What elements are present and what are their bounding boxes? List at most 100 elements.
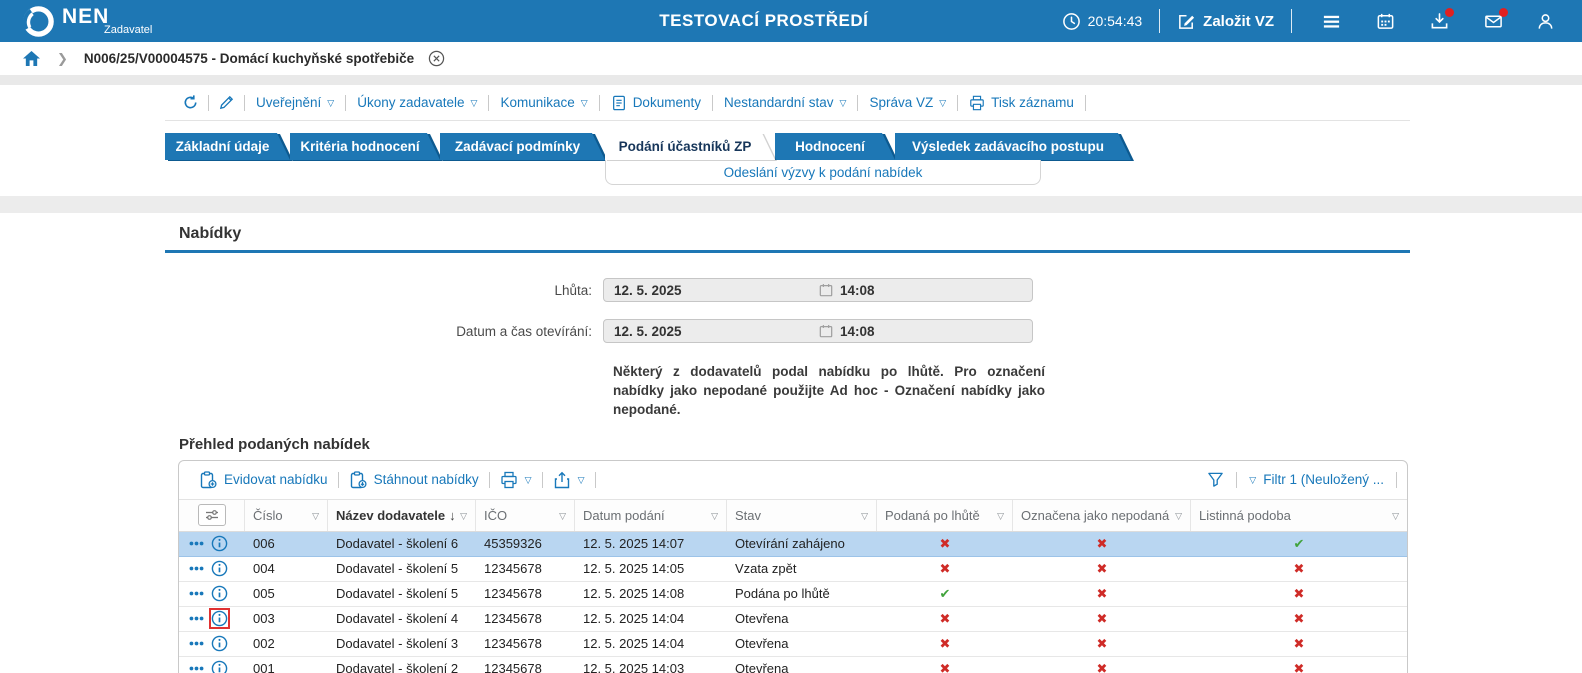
cell-stav: Otevřena [735,635,789,651]
cell-cislo: 001 [253,660,275,673]
row-actions-icon[interactable] [189,636,204,651]
row-actions-icon[interactable] [189,661,204,673]
tab-zadavaci-podminky[interactable]: Zadávací podmínky [440,133,605,160]
filter-caret-icon[interactable]: ▽ [861,511,868,521]
refresh-button[interactable] [173,94,208,111]
column-label: Název dodavatele ↓ [336,507,456,523]
print-table-button[interactable]: ▽ [490,471,542,489]
filter-caret-icon[interactable]: ▽ [711,511,718,521]
column-header-listinna-podoba[interactable]: Listinná podoba ▽ [1191,500,1407,531]
cell-nazev-dodavatele: Dodavatel - školení 6 [336,535,459,551]
profile-button[interactable] [1536,12,1555,31]
section-title: Nabídky [165,222,1410,253]
tab-hodnoceni[interactable]: Hodnocení [775,133,895,160]
row-actions-icon[interactable] [189,611,204,626]
environment-title: TESTOVACÍ PROSTŘEDÍ [659,11,869,30]
cross-icon: ✖ [939,560,951,576]
row-info-icon[interactable] [211,585,228,602]
submenu-link-odeslani-vyzvy[interactable]: Odeslání výzvy k podání nabídek [724,165,923,180]
cell-ico: 12345678 [484,560,542,576]
toolbar-item-dokumenty[interactable]: Dokumenty [600,95,712,111]
filter-caret-icon[interactable]: ▽ [460,511,467,521]
tab-kriteria-hodnoceni[interactable]: Kritéria hodnocení [290,133,440,160]
cell-ico: 12345678 [484,660,542,673]
calendar-icon [819,284,833,297]
table-row[interactable]: 004 Dodavatel - školení 5 12345678 12. 5. 2… [179,557,1407,582]
evidovat-nabidku-button[interactable]: Evidovat nabídku [189,471,338,489]
table-row[interactable]: 002 Dodavatel - školení 3 12345678 12. 5. 2… [179,632,1407,657]
menu-button[interactable] [1322,12,1341,31]
column-header-nazev-dodavatele[interactable]: Název dodavatele ↓ ▽ [328,499,476,531]
row-actions-icon[interactable] [189,561,204,576]
home-button[interactable] [22,50,41,67]
toolbar-item-ukony-zadavatele[interactable]: Úkony zadavatele ▽ [346,95,488,110]
record-tabs: Základní údaje Kritéria hodnocení Zadáva… [165,133,1410,185]
row-actions-icon[interactable] [189,536,204,551]
calendar-button[interactable] [1376,12,1395,31]
tab-podani-ucastniku-zp[interactable]: Podání účastníků ZP [605,133,775,160]
table-row[interactable]: 001 Dodavatel - školení 2 12345678 12. 5. 2… [179,657,1407,673]
column-header-oznacena-jako-nepodana[interactable]: Označena jako nepodaná ▽ [1013,499,1191,531]
toolbar-item-tisk-zaznamu[interactable]: Tisk záznamu [958,95,1085,111]
row-info-icon[interactable] [209,608,230,630]
stahnout-nabidky-button[interactable]: Stáhnout nabídky [339,471,489,489]
filter-caret-icon[interactable]: ▽ [312,511,319,521]
filter-caret-icon[interactable]: ▽ [559,511,566,521]
downloads-button[interactable] [1430,7,1454,31]
tab-vysledek-zadavaciho-postupu[interactable]: Výsledek zadávacího postupu [895,133,1131,160]
row-tools [179,632,245,656]
table-row[interactable]: 005 Dodavatel - školení 5 12345678 12. 5. 2… [179,582,1407,607]
oteviranie-field[interactable]: 12. 5. 2025 14:08 [603,319,1033,343]
divider [1291,9,1292,33]
cell-stav: Podána po lhůtě [735,585,830,601]
column-settings-button[interactable] [197,504,226,527]
lhuta-date-value: 12. 5. 2025 [614,282,682,298]
column-header-cislo[interactable]: Číslo ▽ [245,499,328,531]
row-info-icon[interactable] [211,660,228,673]
column-header-ico[interactable]: IČO ▽ [476,499,575,531]
table-row[interactable]: 006 Dodavatel - školení 6 45359326 12. 5. 2… [179,531,1407,557]
column-header-stav[interactable]: Stav ▽ [727,499,877,531]
caret-down-icon: ▽ [577,475,585,486]
download-notification-badge [1445,7,1454,17]
row-actions-icon[interactable] [189,586,204,601]
filter-button[interactable] [1195,471,1236,488]
toolbar-item-komunikace[interactable]: Komunikace ▽ [489,95,598,110]
tab-submenu-panel: Odeslání výzvy k podání nabídek [605,160,1041,185]
toolbar-item-nestandardni-stav[interactable]: Nestandardní stav ▽ [713,95,857,110]
row-tools [179,582,245,606]
messages-button[interactable] [1484,7,1508,31]
close-record-button[interactable] [428,50,445,67]
export-table-button[interactable]: ▽ [543,471,595,489]
toolbar-item-uverejneni[interactable]: Uveřejnění ▽ [245,95,345,110]
row-info-icon[interactable] [211,635,228,652]
cell-cislo: 002 [253,635,275,651]
toolbar-item-sprava-vz[interactable]: Správa VZ ▽ [858,95,957,110]
filter-caret-icon[interactable]: ▽ [997,511,1004,521]
chevron-right-icon: ❯ [57,50,68,66]
row-info-icon[interactable] [211,535,228,552]
filter-caret-icon[interactable]: ▽ [1175,511,1182,521]
lhuta-field[interactable]: 12. 5. 2025 14:08 [603,278,1033,302]
nen-logo[interactable]: NEN Zadavatel [22,5,152,38]
create-vz-button[interactable]: Založit VZ [1177,12,1274,31]
caret-down-icon: ▽ [524,475,532,486]
column-header-datum-podani[interactable]: Datum podání ▽ [575,499,727,531]
cell-datum-podani: 12. 5. 2025 14:08 [583,585,685,601]
column-header-podana-po-lhute[interactable]: Podaná po lhůtě ▽ [877,499,1013,531]
filter-caret-icon[interactable]: ▽ [1392,511,1399,521]
toolbar-item-label: Úkony zadavatele [357,95,465,110]
row-info-icon[interactable] [211,560,228,577]
funnel-icon [1208,472,1224,487]
cross-icon: ✖ [1096,585,1108,601]
table-row[interactable]: 003 Dodavatel - školení 4 12345678 12. 5. 2… [179,607,1407,632]
toolbar-item-label: Tisk záznamu [991,95,1074,110]
deadline-form: Lhůta: 12. 5. 2025 14:08 Datum a čas ote… [165,278,1410,343]
cell-ico: 12345678 [484,585,542,601]
edit-button[interactable] [209,94,244,111]
breadcrumb-item[interactable]: N006/25/V00004575 - Domácí kuchyňské spo… [84,51,414,66]
active-filter-selector[interactable]: ▽ Filtr 1 (Neuložený ... [1237,472,1396,487]
cell-nazev-dodavatele: Dodavatel - školení 3 [336,635,459,651]
tab-zakladni-udaje[interactable]: Základní údaje [165,133,290,160]
nabidky-section: Nabídky Lhůta: 12. 5. 2025 14:08 Datum a… [165,213,1410,673]
